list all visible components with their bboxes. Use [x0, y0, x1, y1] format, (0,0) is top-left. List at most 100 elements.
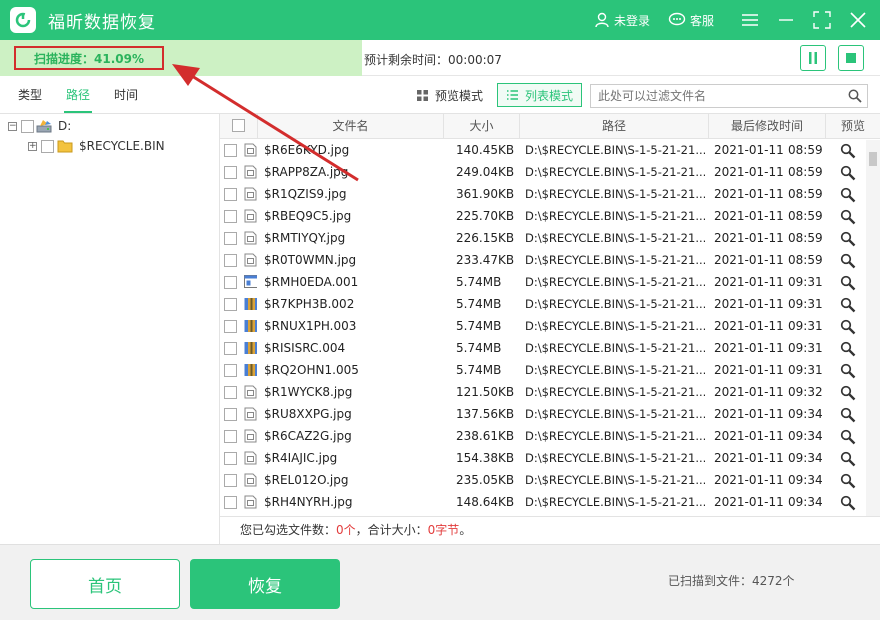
- row-checkbox[interactable]: [224, 474, 237, 487]
- select-all-checkbox[interactable]: [232, 119, 245, 132]
- minimize-button[interactable]: [768, 0, 804, 40]
- preview-magnifier-icon[interactable]: [840, 319, 856, 338]
- row-checkbox[interactable]: [224, 496, 237, 509]
- row-checkbox[interactable]: [224, 408, 237, 421]
- table-row[interactable]: $R1WYCK8.jpg 121.50KB D:\$RECYCLE.BIN\S-1-…: [220, 382, 866, 404]
- preview-magnifier-icon[interactable]: [840, 275, 856, 294]
- row-checkbox[interactable]: [224, 210, 237, 223]
- preview-magnifier-icon[interactable]: [840, 253, 856, 272]
- file-date: 2021-01-11: [714, 495, 784, 509]
- image-file-icon: [244, 165, 257, 179]
- table-row[interactable]: $R6CAZ2G.jpg 238.61KB D:\$RECYCLE.BIN\S-1-…: [220, 426, 866, 448]
- table-row[interactable]: $RNUX1PH.003 5.74MB D:\$RECYCLE.BIN\S-1-5-…: [220, 316, 866, 338]
- row-checkbox[interactable]: [224, 276, 237, 289]
- preview-mode-label: 预览模式: [435, 88, 484, 103]
- table-row[interactable]: $RISISRC.004 5.74MB D:\$RECYCLE.BIN\S-1-5-…: [220, 338, 866, 360]
- tree-checkbox[interactable]: [21, 119, 34, 133]
- tab-path[interactable]: 路径: [54, 77, 102, 113]
- table-row[interactable]: $R1QZIS9.jpg 361.90KB D:\$RECYCLE.BIN\S-1-…: [220, 184, 866, 206]
- pause-button[interactable]: [800, 45, 826, 71]
- file-path: D:\$RECYCLE.BIN\S-1-5-21-21...: [525, 495, 705, 509]
- close-button[interactable]: [840, 0, 876, 40]
- search-icon[interactable]: [848, 89, 862, 103]
- maximize-button[interactable]: [804, 0, 840, 40]
- preview-magnifier-icon[interactable]: [840, 165, 856, 184]
- preview-magnifier-icon[interactable]: [840, 187, 856, 206]
- file-time: 09:32: [788, 385, 823, 399]
- table-row[interactable]: $R0T0WMN.jpg 233.47KB D:\$RECYCLE.BIN\S-1-…: [220, 250, 866, 272]
- table-row[interactable]: $RBEQ9C5.jpg 225.70KB D:\$RECYCLE.BIN\S-1-…: [220, 206, 866, 228]
- header-size[interactable]: 大小: [444, 114, 520, 139]
- row-checkbox[interactable]: [224, 342, 237, 355]
- stop-button[interactable]: [838, 45, 864, 71]
- preview-magnifier-icon[interactable]: [840, 209, 856, 228]
- summary-mid: ，合计大小：: [355, 523, 428, 537]
- collapse-toggle[interactable]: −: [8, 121, 17, 131]
- row-checkbox[interactable]: [224, 320, 237, 333]
- vertical-scrollbar[interactable]: [866, 140, 880, 517]
- tree-node-drive[interactable]: − D:: [8, 116, 71, 136]
- row-checkbox[interactable]: [224, 298, 237, 311]
- table-row[interactable]: $RMTIYQY.jpg 226.15KB D:\$RECYCLE.BIN\S-1-…: [220, 228, 866, 250]
- preview-mode-button[interactable]: 预览模式: [408, 83, 491, 107]
- row-checkbox[interactable]: [224, 166, 237, 179]
- preview-magnifier-icon[interactable]: [840, 297, 856, 316]
- drive-icon: [36, 120, 52, 133]
- row-checkbox[interactable]: [224, 386, 237, 399]
- table-row[interactable]: $R4IAJIC.jpg 154.38KB D:\$RECYCLE.BIN\S-1-…: [220, 448, 866, 470]
- preview-magnifier-icon[interactable]: [840, 429, 856, 448]
- file-time: 08:59: [788, 187, 823, 201]
- preview-magnifier-icon[interactable]: [840, 473, 856, 492]
- preview-magnifier-icon[interactable]: [840, 451, 856, 470]
- table-row[interactable]: $R7KPH3B.002 5.74MB D:\$RECYCLE.BIN\S-1-5-…: [220, 294, 866, 316]
- preview-magnifier-icon[interactable]: [840, 385, 856, 404]
- image-file-icon: [244, 209, 257, 223]
- list-mode-button[interactable]: 列表模式: [497, 83, 583, 107]
- row-checkbox[interactable]: [224, 188, 237, 201]
- file-date: 2021-01-11: [714, 275, 784, 289]
- row-checkbox[interactable]: [224, 452, 237, 465]
- file-time: 08:59: [788, 231, 823, 245]
- preview-magnifier-icon[interactable]: [840, 495, 856, 514]
- preview-magnifier-icon[interactable]: [840, 363, 856, 382]
- table-row[interactable]: $RQ2OHN1.005 5.74MB D:\$RECYCLE.BIN\S-1-5-…: [220, 360, 866, 382]
- preview-magnifier-icon[interactable]: [840, 143, 856, 162]
- row-checkbox[interactable]: [224, 144, 237, 157]
- table-row[interactable]: $RH4NYRH.jpg 148.64KB D:\$RECYCLE.BIN\S-1-…: [220, 492, 866, 514]
- header-modified[interactable]: 最后修改时间: [709, 114, 826, 139]
- menu-button[interactable]: [732, 0, 768, 40]
- row-checkbox[interactable]: [224, 254, 237, 267]
- header-name[interactable]: 文件名: [258, 114, 444, 139]
- login-link[interactable]: 未登录: [594, 12, 650, 29]
- row-checkbox[interactable]: [224, 430, 237, 443]
- table-row[interactable]: $RU8XXPG.jpg 137.56KB D:\$RECYCLE.BIN\S-1-…: [220, 404, 866, 426]
- file-time: 08:59: [788, 143, 823, 157]
- preview-magnifier-icon[interactable]: [840, 407, 856, 426]
- tree-node-recycle-bin[interactable]: + $RECYCLE.BIN: [28, 136, 165, 156]
- image-file-icon: [244, 385, 257, 399]
- row-checkbox[interactable]: [224, 364, 237, 377]
- recover-button[interactable]: 恢复: [190, 559, 340, 609]
- home-button[interactable]: 首页: [30, 559, 180, 609]
- file-date: 2021-01-11: [714, 385, 784, 399]
- file-time: 08:59: [788, 253, 823, 267]
- file-date: 2021-01-11: [714, 319, 784, 333]
- table-row[interactable]: $RMH0EDA.001 5.74MB D:\$RECYCLE.BIN\S-1-5-…: [220, 272, 866, 294]
- header-path[interactable]: 路径: [520, 114, 709, 139]
- filter-input[interactable]: [590, 84, 868, 108]
- service-link[interactable]: 客服: [668, 12, 714, 29]
- tab-time[interactable]: 时间: [102, 77, 150, 113]
- tab-type[interactable]: 类型: [6, 77, 54, 113]
- preview-magnifier-icon[interactable]: [840, 341, 856, 360]
- table-row[interactable]: $REL012O.jpg 235.05KB D:\$RECYCLE.BIN\S-1-…: [220, 470, 866, 492]
- table-row[interactable]: $R6E6KYD.jpg 140.45KB D:\$RECYCLE.BIN\S-1-…: [220, 140, 866, 162]
- summary-prefix: 您已勾选文件数：: [240, 523, 337, 537]
- expand-toggle[interactable]: +: [28, 141, 37, 151]
- file-time: 09:31: [788, 341, 823, 355]
- header-select-all[interactable]: [220, 114, 258, 139]
- table-row[interactable]: $RAPP8ZA.jpg 249.04KB D:\$RECYCLE.BIN\S-1-…: [220, 162, 866, 184]
- scrollbar-thumb[interactable]: [869, 152, 877, 166]
- tree-checkbox[interactable]: [41, 139, 54, 153]
- preview-magnifier-icon[interactable]: [840, 231, 856, 250]
- row-checkbox[interactable]: [224, 232, 237, 245]
